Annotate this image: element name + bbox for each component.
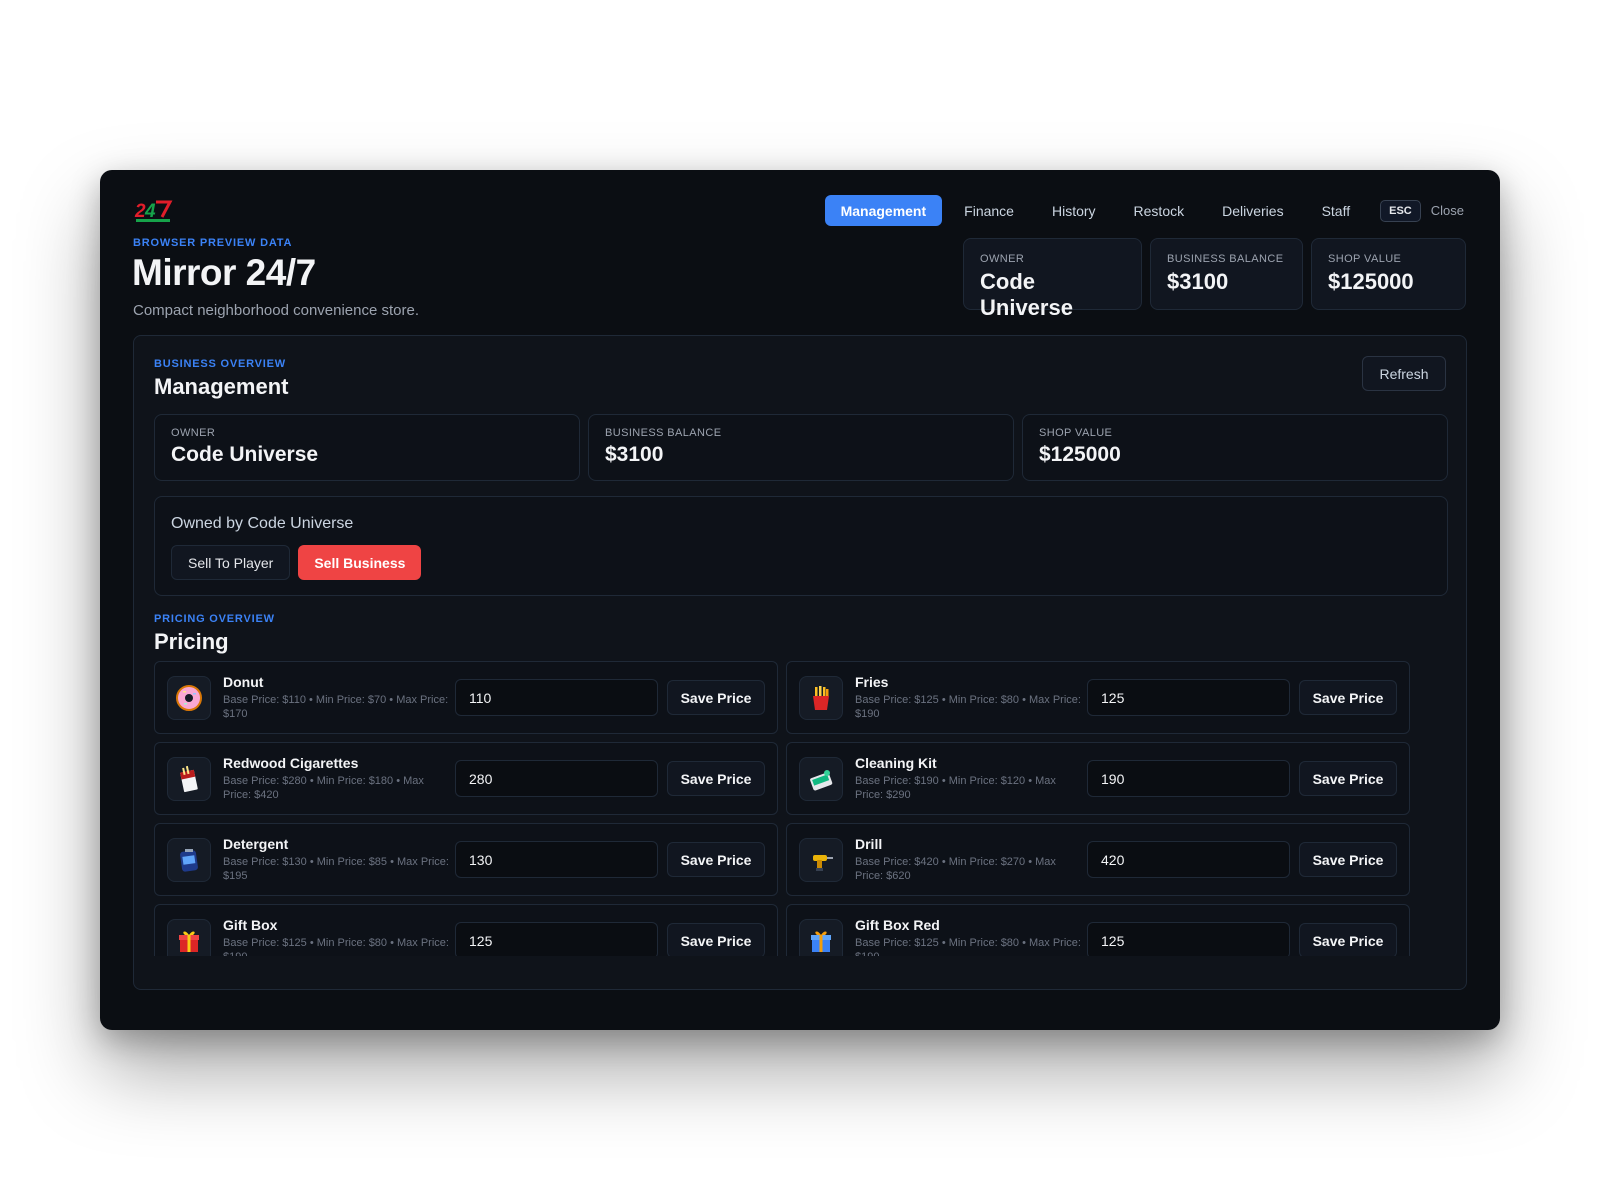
item-price-range: Base Price: $125 • Min Price: $80 • Max … <box>855 937 1081 956</box>
stat-label: SHOP VALUE <box>1039 427 1113 439</box>
stat-value: $3100 <box>605 443 664 466</box>
store-logo: 2 4 <box>134 200 173 222</box>
price-item: Donut Base Price: $110 • Min Price: $70 … <box>154 661 778 734</box>
item-name: Drill <box>855 836 883 852</box>
ownership-card: Owned by Code Universe Sell To Player Se… <box>154 496 1448 596</box>
price-item: Fries Base Price: $125 • Min Price: $80 … <box>786 661 1410 734</box>
item-price-range: Base Price: $130 • Min Price: $85 • Max … <box>223 856 449 882</box>
header-shop-value-card: SHOP VALUE $125000 <box>1311 238 1466 310</box>
item-name: Gift Box <box>223 917 278 933</box>
gift-box-blue-icon <box>799 919 843 956</box>
svg-text:4: 4 <box>144 201 156 222</box>
tab-staff[interactable]: Staff <box>1306 195 1367 226</box>
tab-finance[interactable]: Finance <box>948 195 1030 226</box>
item-name: Cleaning Kit <box>855 755 937 771</box>
price-input[interactable] <box>1087 760 1290 797</box>
price-input[interactable] <box>1087 679 1290 716</box>
save-price-button[interactable]: Save Price <box>1299 923 1397 956</box>
ownership-actions: Sell To Player Sell Business <box>171 545 422 580</box>
save-price-button[interactable]: Save Price <box>667 842 765 877</box>
store-subtitle: Compact neighborhood convenience store. <box>133 302 420 319</box>
header-owner-card: OWNER Code Universe <box>963 238 1142 320</box>
header-eyebrow: BROWSER PREVIEW DATA <box>133 237 293 249</box>
gift-box-icon <box>167 919 211 956</box>
item-price-range: Base Price: $280 • Min Price: $180 • Max… <box>223 775 424 801</box>
pricing-grid: Donut Base Price: $110 • Min Price: $70 … <box>154 661 1414 956</box>
management-eyebrow: BUSINESS OVERVIEW <box>154 358 286 370</box>
price-item: Gift Box Red Base Price: $125 • Min Pric… <box>786 904 1410 956</box>
shop-value-card: SHOP VALUE $125000 <box>1022 414 1448 481</box>
price-item: Redwood Cigarettes Base Price: $280 • Mi… <box>154 742 778 815</box>
save-price-button[interactable]: Save Price <box>1299 761 1397 796</box>
price-input[interactable] <box>455 679 658 716</box>
stat-value: $125000 <box>1328 269 1414 294</box>
item-price-range: Base Price: $110 • Min Price: $70 • Max … <box>223 694 449 720</box>
item-name: Donut <box>223 674 264 690</box>
esc-key-badge: ESC <box>1380 199 1421 222</box>
cleaning-kit-icon <box>799 757 843 801</box>
stat-label: SHOP VALUE <box>1328 253 1402 265</box>
price-input[interactable] <box>1087 841 1290 878</box>
owned-by-label: Owned by Code Universe <box>171 515 354 532</box>
price-input[interactable] <box>1087 922 1290 956</box>
save-price-button[interactable]: Save Price <box>1299 680 1397 715</box>
tab-restock[interactable]: Restock <box>1118 195 1201 226</box>
fries-icon <box>799 676 843 720</box>
stat-value: $3100 <box>1167 269 1229 294</box>
close-button[interactable]: Close <box>1431 203 1464 218</box>
pricing-eyebrow: PRICING OVERVIEW <box>154 613 275 625</box>
stat-value: Code Universe <box>171 443 319 466</box>
cigarettes-icon <box>167 757 211 801</box>
management-stats: OWNER Code Universe BUSINESS BALANCE $31… <box>154 414 1448 481</box>
donut-icon <box>167 676 211 720</box>
save-price-button[interactable]: Save Price <box>667 761 765 796</box>
item-name: Fries <box>855 674 889 690</box>
stat-value: $125000 <box>1039 443 1121 466</box>
item-price-range: Base Price: $420 • Min Price: $270 • Max… <box>855 856 1056 882</box>
tab-deliveries[interactable]: Deliveries <box>1206 195 1299 226</box>
tab-history[interactable]: History <box>1036 195 1112 226</box>
header-stats: OWNER Code Universe BUSINESS BALANCE $31… <box>963 238 1466 320</box>
price-input[interactable] <box>455 760 658 797</box>
price-input[interactable] <box>455 841 658 878</box>
balance-card: BUSINESS BALANCE $3100 <box>588 414 1014 481</box>
pricing-title: Pricing <box>154 629 229 654</box>
stat-label: OWNER <box>171 427 216 439</box>
stat-label: BUSINESS BALANCE <box>605 427 722 439</box>
save-price-button[interactable]: Save Price <box>667 923 765 956</box>
detergent-icon <box>167 838 211 882</box>
refresh-button[interactable]: Refresh <box>1362 356 1446 391</box>
price-item: Gift Box Base Price: $125 • Min Price: $… <box>154 904 778 956</box>
sell-to-player-button[interactable]: Sell To Player <box>171 545 291 580</box>
price-item: Detergent Base Price: $130 • Min Price: … <box>154 823 778 896</box>
store-title: Mirror 24/7 <box>132 252 316 293</box>
owner-card: OWNER Code Universe <box>154 414 580 481</box>
header-balance-card: BUSINESS BALANCE $3100 <box>1150 238 1303 310</box>
item-price-range: Base Price: $125 • Min Price: $80 • Max … <box>223 937 449 956</box>
pricing-list[interactable]: Donut Base Price: $110 • Min Price: $70 … <box>154 661 1414 956</box>
sell-business-button[interactable]: Sell Business <box>298 545 422 580</box>
price-item: Cleaning Kit Base Price: $190 • Min Pric… <box>786 742 1410 815</box>
save-price-button[interactable]: Save Price <box>1299 842 1397 877</box>
price-item: Drill Base Price: $420 • Min Price: $270… <box>786 823 1410 896</box>
item-price-range: Base Price: $190 • Min Price: $120 • Max… <box>855 775 1056 801</box>
price-input[interactable] <box>455 922 658 956</box>
management-title: Management <box>154 374 289 399</box>
item-price-range: Base Price: $125 • Min Price: $80 • Max … <box>855 694 1081 720</box>
item-name: Detergent <box>223 836 289 852</box>
stat-label: OWNER <box>980 253 1025 265</box>
tab-management[interactable]: Management <box>824 195 943 226</box>
stat-label: BUSINESS BALANCE <box>1167 253 1284 265</box>
top-nav: Management Finance History Restock Deliv… <box>824 195 1464 226</box>
item-name: Redwood Cigarettes <box>223 755 359 771</box>
management-section: BUSINESS OVERVIEW Management Refresh OWN… <box>133 335 1467 990</box>
business-panel: 2 4 Management Finance History Restock D… <box>100 170 1500 1030</box>
stat-value: Code Universe <box>980 269 1073 320</box>
save-price-button[interactable]: Save Price <box>667 680 765 715</box>
drill-icon <box>799 838 843 882</box>
item-name: Gift Box Red <box>855 917 940 933</box>
